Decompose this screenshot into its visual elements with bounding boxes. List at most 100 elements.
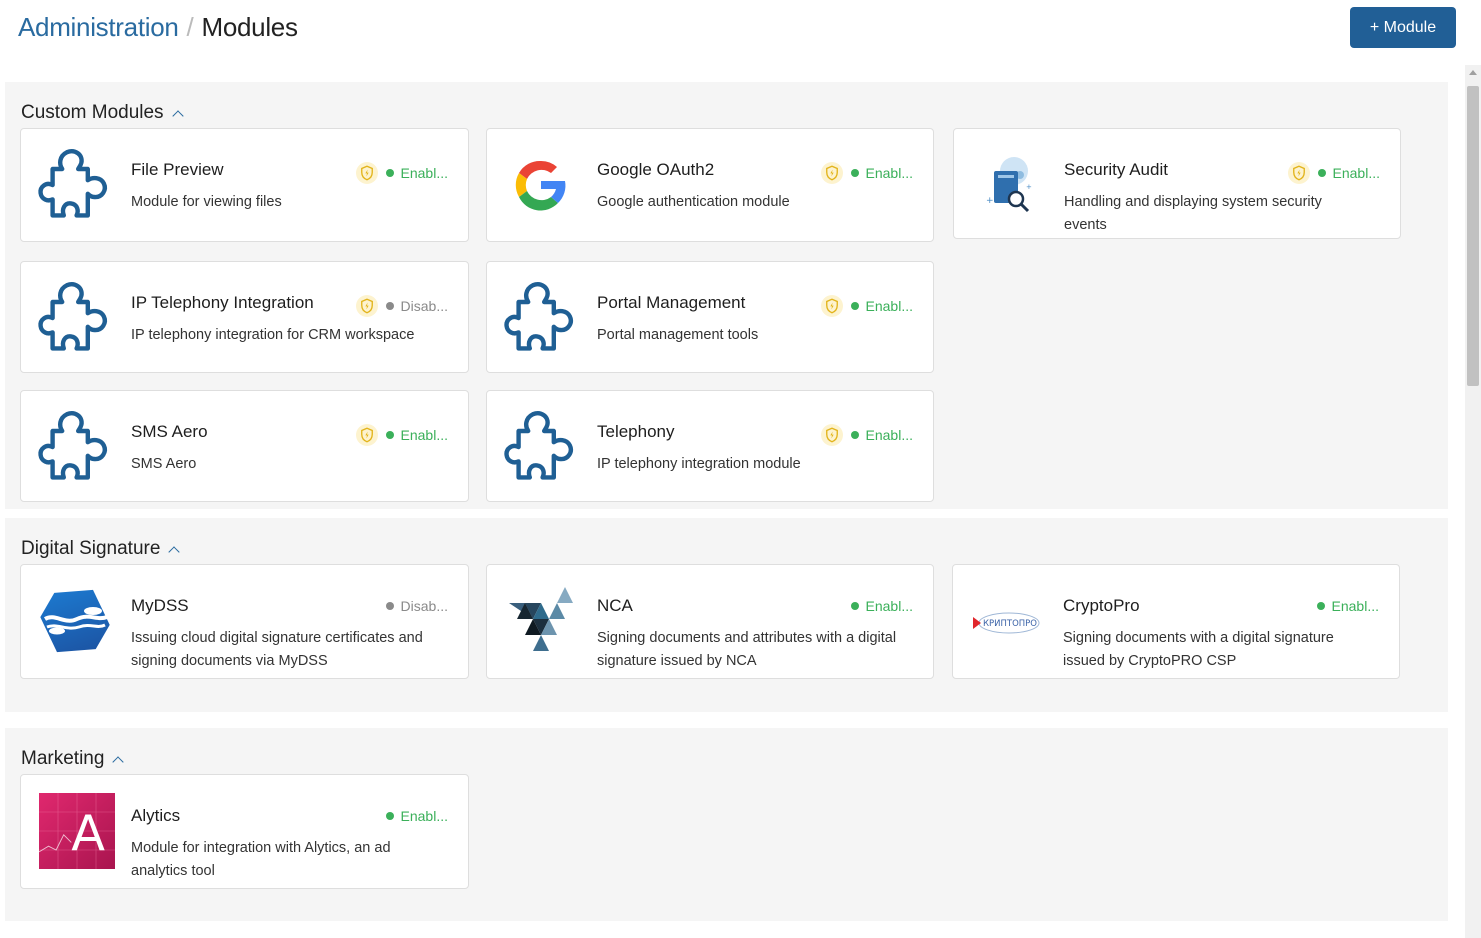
module-description: Module for viewing files xyxy=(131,194,282,210)
module-card-file-preview[interactable]: File Preview Module for viewing files En… xyxy=(20,128,469,242)
module-card-nca[interactable]: NCA Signing documents and attributes wit… xyxy=(486,564,934,679)
chevron-up-icon xyxy=(171,110,184,122)
svg-text:+: + xyxy=(986,196,994,206)
google-icon xyxy=(515,160,566,211)
module-card-alytics[interactable]: A Alytics Module for integration with Al… xyxy=(20,774,469,889)
module-description: SMS Aero xyxy=(131,456,197,472)
module-title: Telephony xyxy=(597,422,675,441)
mydss-logo xyxy=(40,589,110,653)
scroll-up-arrow-icon[interactable] xyxy=(1469,70,1477,75)
module-card-sms-aero[interactable]: SMS Aero SMS Aero Enabl... xyxy=(20,390,469,502)
puzzle-icon xyxy=(35,407,115,487)
status-dot xyxy=(1316,602,1325,610)
section-title: Marketing xyxy=(21,748,105,769)
status-label: Disab... xyxy=(400,598,448,614)
shield-lightning-icon xyxy=(1287,162,1310,184)
alytics-logo-letter: A xyxy=(71,804,105,862)
module-description: Issuing cloud digital signature certific… xyxy=(131,630,423,669)
module-description: IP telephony integration for CRM workspa… xyxy=(131,327,415,343)
shield-lightning-icon xyxy=(820,424,843,446)
module-status: Enabl... xyxy=(1316,598,1379,614)
security-audit-icon: + + xyxy=(986,157,1032,213)
module-description: Module for integration with Alytics, an … xyxy=(131,840,391,879)
scrollbar-thumb[interactable] xyxy=(1467,86,1479,386)
module-card-security-audit[interactable]: + + Security Audit Handling and displayi… xyxy=(953,128,1401,239)
module-description: Portal management tools xyxy=(597,327,759,343)
module-status: Enabl... xyxy=(820,424,913,446)
shield-lightning-icon xyxy=(820,295,843,317)
cryptopro-logo-text: КРИПТОПРО xyxy=(983,619,1037,629)
status-dot xyxy=(1317,169,1326,177)
breadcrumb-separator: / xyxy=(186,12,194,42)
module-title: Security Audit xyxy=(1064,160,1168,179)
breadcrumb: Administration / Modules xyxy=(18,12,298,43)
alytics-logo: A xyxy=(39,793,115,869)
module-status: Enabl... xyxy=(850,598,913,614)
module-status: Enabl... xyxy=(820,162,913,184)
section-title: Digital Signature xyxy=(21,538,161,559)
status-label: Enabl... xyxy=(400,427,448,443)
module-title: Google OAuth2 xyxy=(597,160,715,179)
section-toggle-digital-signature[interactable]: Digital Signature xyxy=(21,538,181,560)
section-toggle-marketing[interactable]: Marketing xyxy=(21,748,125,770)
puzzle-icon xyxy=(501,407,581,487)
shield-lightning-icon xyxy=(820,162,843,184)
page-header: Administration / Modules + Module xyxy=(0,0,1481,62)
status-dot xyxy=(385,169,394,177)
section-toggle-custom-modules[interactable]: Custom Modules xyxy=(21,102,184,124)
cryptopro-logo: КРИПТОПРО xyxy=(973,612,1040,634)
puzzle-icon xyxy=(501,278,581,358)
module-description: Signing documents and attributes with a … xyxy=(597,630,897,669)
status-label: Enabl... xyxy=(865,598,913,614)
nca-logo xyxy=(509,587,573,651)
module-title: CryptoPro xyxy=(1063,596,1140,615)
status-dot xyxy=(850,431,859,439)
module-card-portal-management[interactable]: Portal Management Portal management tool… xyxy=(486,261,934,373)
module-status: Enabl... xyxy=(820,295,913,317)
module-status: Enabl... xyxy=(355,162,448,184)
module-description: Google authentication module xyxy=(597,194,790,210)
module-description: Handling and displaying system security … xyxy=(1064,194,1322,233)
status-label: Enabl... xyxy=(865,427,913,443)
shield-lightning-icon xyxy=(355,295,378,317)
status-label: Enabl... xyxy=(400,165,448,181)
module-card-google-oauth2[interactable]: Google OAuth2 Google authentication modu… xyxy=(486,128,934,242)
status-label: Enabl... xyxy=(1332,165,1380,181)
page-title: Modules xyxy=(201,12,298,42)
status-dot xyxy=(385,602,394,610)
module-status: Disab... xyxy=(355,295,448,317)
module-description: IP telephony integration module xyxy=(597,456,801,472)
svg-text:+: + xyxy=(1026,183,1032,191)
status-dot xyxy=(385,302,394,310)
chevron-up-icon xyxy=(112,756,125,768)
module-description: Signing documents with a digital signatu… xyxy=(1063,630,1334,669)
status-label: Enabl... xyxy=(400,808,448,824)
add-module-button[interactable]: + Module xyxy=(1350,7,1456,48)
module-title: SMS Aero xyxy=(131,422,208,441)
status-label: Enabl... xyxy=(865,165,913,181)
status-dot xyxy=(850,302,859,310)
module-title: IP Telephony Integration xyxy=(131,293,314,312)
module-title: NCA xyxy=(597,596,633,615)
status-dot xyxy=(385,431,394,439)
status-label: Enabl... xyxy=(865,298,913,314)
section-title: Custom Modules xyxy=(21,102,164,123)
chevron-up-icon xyxy=(168,546,181,558)
module-status: Enabl... xyxy=(385,808,448,824)
puzzle-icon xyxy=(35,278,115,358)
module-card-ip-telephony-integration[interactable]: IP Telephony Integration IP telephony in… xyxy=(20,261,469,373)
module-card-mydss[interactable]: MyDSS Issuing cloud digital signature ce… xyxy=(20,564,469,679)
module-title: Portal Management xyxy=(597,293,746,312)
shield-lightning-icon xyxy=(355,424,378,446)
status-dot xyxy=(850,169,859,177)
module-title: MyDSS xyxy=(131,596,189,615)
module-status: Disab... xyxy=(385,598,448,614)
module-card-telephony[interactable]: Telephony IP telephony integration modul… xyxy=(486,390,934,502)
breadcrumb-administration-link[interactable]: Administration xyxy=(18,12,179,42)
module-card-cryptopro[interactable]: КРИПТОПРО CryptoPro Signing documents wi… xyxy=(952,564,1400,679)
module-status: Enabl... xyxy=(355,424,448,446)
status-dot xyxy=(385,812,394,820)
status-dot xyxy=(850,602,859,610)
module-status: Enabl... xyxy=(1287,162,1380,184)
module-title: File Preview xyxy=(131,160,224,179)
